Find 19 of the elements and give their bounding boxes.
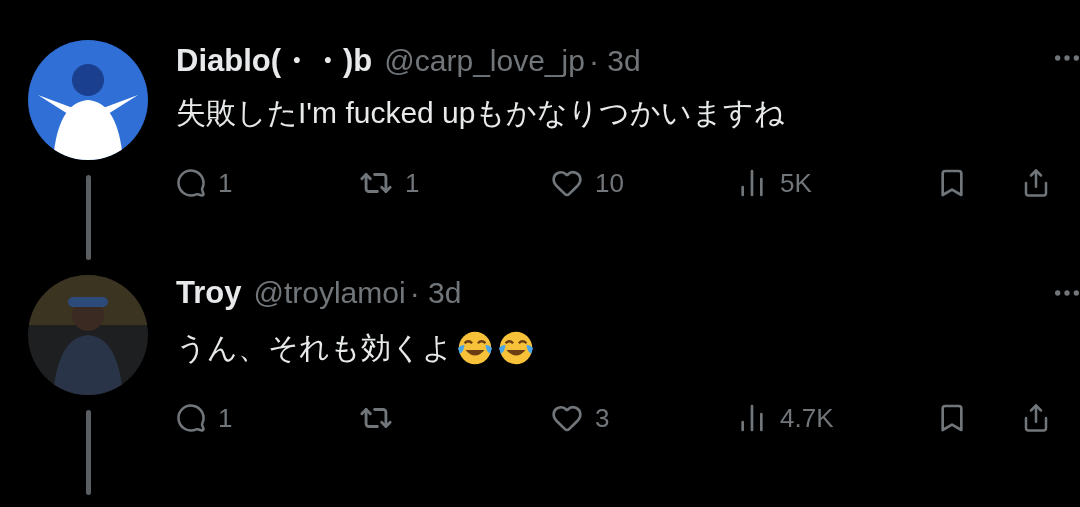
speech-bubble-icon: [176, 168, 206, 198]
reply-button[interactable]: 1: [176, 167, 233, 199]
laughing-emoji-icon: [497, 329, 535, 367]
views-button[interactable]: 4.7K: [736, 402, 834, 434]
post-time: · 3d: [588, 44, 641, 78]
like-button[interactable]: 3: [551, 402, 610, 434]
repost-button[interactable]: 1: [359, 166, 420, 200]
like-button[interactable]: 10: [551, 167, 624, 199]
post-text: うん、それも効くよ: [176, 329, 453, 366]
speech-bubble-icon: [176, 403, 206, 433]
post-text: 失敗したI'm fucked upもかなりつかいますね: [176, 94, 786, 131]
reply-button[interactable]: 1: [176, 402, 233, 434]
user-name[interactable]: Troy: [176, 275, 242, 311]
user-name[interactable]: Diablo(・・)b: [176, 40, 373, 82]
laughing-emoji-icon: [456, 329, 494, 367]
post-time: · 3d: [409, 276, 462, 310]
user-handle[interactable]: @carp_love_jp: [384, 44, 585, 78]
views-button[interactable]: 5K: [736, 167, 812, 199]
user-handle[interactable]: @troylamoi: [253, 276, 406, 310]
